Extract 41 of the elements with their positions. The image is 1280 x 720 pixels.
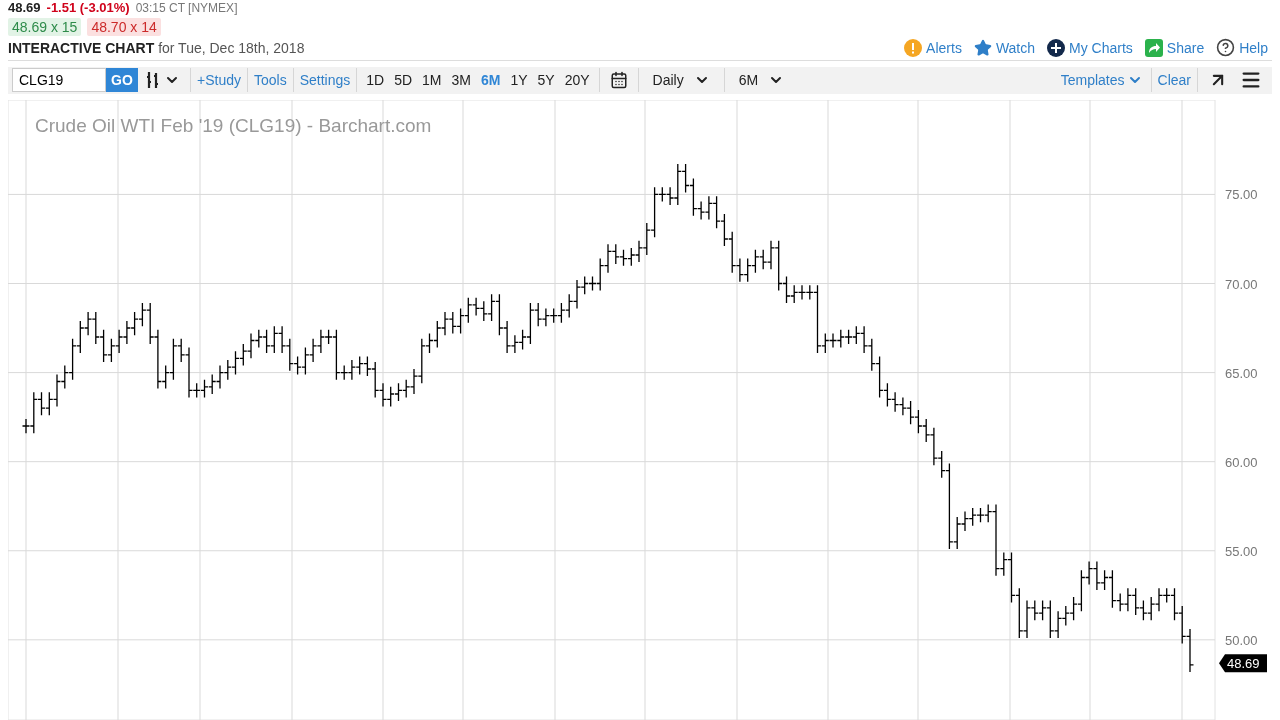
axis-tick-label: 50.00 [1225, 632, 1258, 648]
range-tab[interactable]: 5Y [532, 72, 560, 89]
toolbar-link[interactable]: Tools [252, 72, 289, 89]
exclamation-icon [904, 38, 923, 57]
star-icon [973, 38, 992, 57]
last-price: 48.69 [8, 0, 41, 16]
range-tab[interactable]: 5D [389, 72, 418, 89]
period-dropdown[interactable]: 6M [728, 72, 795, 89]
plus-icon [1047, 38, 1066, 57]
page-title: INTERACTIVE CHART for Tue, Dec 18th, 2018 [8, 39, 305, 56]
header-link[interactable]: Share [1144, 38, 1205, 57]
range-tab[interactable]: 1M [417, 72, 447, 89]
price-change: -1.51 (-3.01%) [46, 0, 130, 16]
chart-title: Crude Oil WTI Feb '19 (CLG19) - Barchart.com [35, 115, 432, 136]
axis-tick-label: 65.00 [1225, 365, 1258, 381]
axis-tick-label: 55.00 [1225, 543, 1258, 559]
range-tab[interactable]: 1D [361, 72, 390, 89]
range-tab[interactable]: 1Y [505, 72, 533, 89]
header-link[interactable]: Alerts [904, 38, 962, 57]
ask-quote: 48.70 x 14 [87, 18, 161, 36]
last-price-tag: 48.69 [1219, 654, 1267, 673]
axis-tick-label: 60.00 [1225, 454, 1258, 470]
header-link[interactable]: Watch [973, 38, 1036, 57]
axis-tick-label: 75.00 [1225, 187, 1258, 203]
header-link[interactable]: Help [1216, 38, 1268, 58]
go-button[interactable]: GO [106, 68, 138, 93]
bid-quote: 48.69 x 15 [8, 18, 82, 36]
axis-tick-label: 70.00 [1225, 276, 1258, 292]
range-tab[interactable]: 3M [446, 72, 476, 89]
toolbar-link[interactable]: Settings [297, 72, 353, 89]
quote-time: 03:15 CT [NYMEX] [135, 0, 238, 16]
toolbar-link[interactable]: +Study [195, 72, 243, 89]
interval-dropdown[interactable]: Daily [642, 72, 720, 89]
range-tab[interactable]: 6M [476, 72, 506, 89]
share-icon [1144, 38, 1163, 57]
header-link[interactable]: My Charts [1047, 38, 1133, 57]
templates-dropdown[interactable]: Templates [1056, 72, 1147, 89]
range-tab[interactable]: 20Y [559, 72, 595, 89]
symbol-field[interactable]: CLG19 [12, 68, 106, 93]
clear-link[interactable]: Clear [1155, 72, 1193, 89]
help-icon [1216, 38, 1236, 58]
